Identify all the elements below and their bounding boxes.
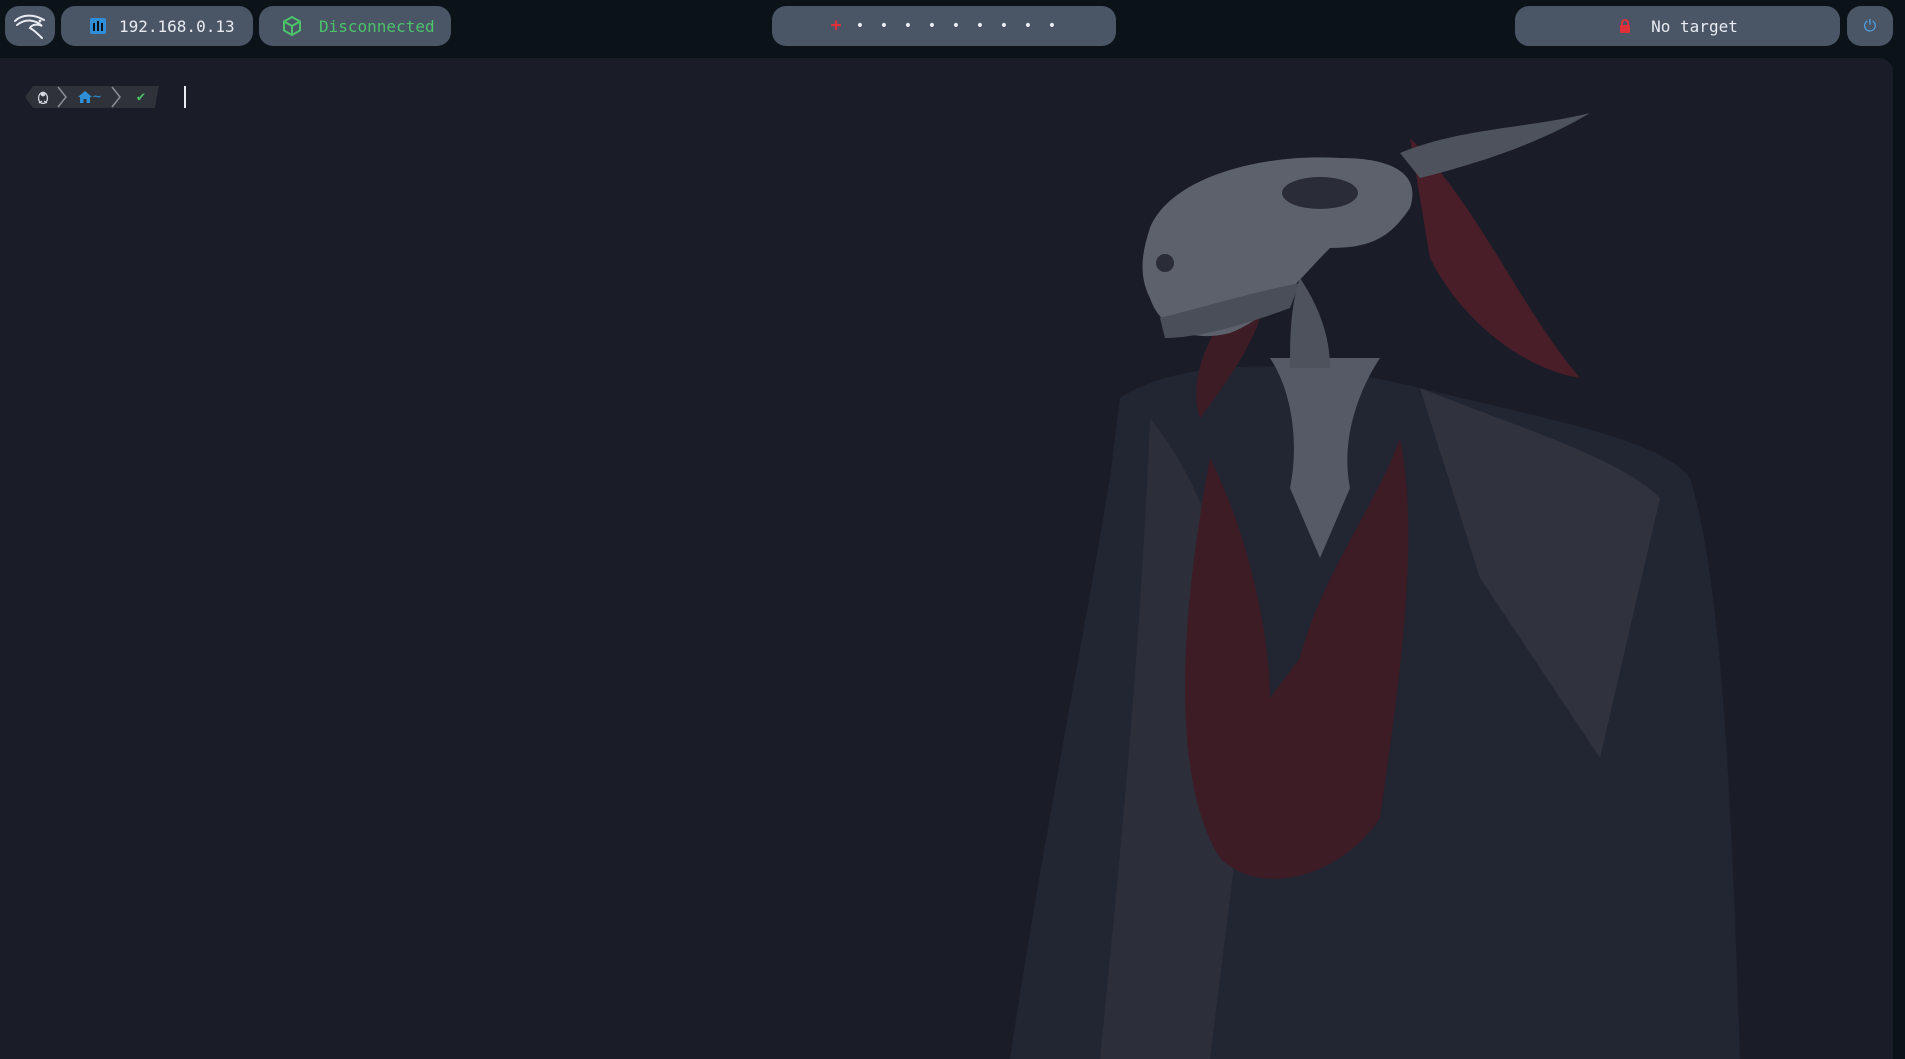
- linux-penguin-icon: [37, 91, 49, 104]
- vpn-status-widget[interactable]: Disconnected: [259, 6, 451, 46]
- workspace-active[interactable]: +: [824, 17, 848, 35]
- workspace-dot[interactable]: •: [944, 19, 968, 33]
- workspace-dot[interactable]: •: [872, 19, 896, 33]
- app-launcher-button[interactable]: [5, 6, 55, 46]
- workspace-dot[interactable]: •: [848, 19, 872, 33]
- prompt-directory: ~: [92, 89, 102, 105]
- workspace-dot[interactable]: •: [920, 19, 944, 33]
- top-bar: 192.168.0.13 Disconnected + • • • • • • • • • No…: [0, 0, 1905, 52]
- workspace-list: + • • • • • • • • •: [824, 17, 1064, 35]
- shell-prompt: ~ ✔: [25, 86, 159, 108]
- vpn-status-text: Disconnected: [319, 16, 435, 36]
- power-icon: ⏻: [1863, 16, 1877, 35]
- chevron-right-icon: [55, 86, 69, 108]
- target-text: No target: [1651, 16, 1738, 36]
- power-button[interactable]: ⏻: [1847, 6, 1893, 46]
- kali-dragon-icon: [14, 14, 45, 39]
- ip-address-widget[interactable]: 192.168.0.13: [61, 6, 253, 46]
- workspace-dot[interactable]: •: [1016, 19, 1040, 33]
- chevron-right-icon: [109, 86, 123, 108]
- lock-icon: [1620, 19, 1631, 33]
- workspace-switcher[interactable]: + • • • • • • • • •: [772, 6, 1116, 46]
- prompt-os-segment: [25, 86, 55, 108]
- workspace-dot[interactable]: •: [968, 19, 992, 33]
- check-icon: ✔: [136, 89, 146, 105]
- prompt-directory-segment: ~: [69, 86, 109, 108]
- terminal-window[interactable]: ~ ✔: [0, 58, 1893, 1059]
- box-icon: [283, 16, 301, 36]
- target-widget[interactable]: No target: [1515, 6, 1840, 46]
- text-cursor: [184, 86, 186, 108]
- workspace-dot[interactable]: •: [992, 19, 1016, 33]
- home-icon: [77, 91, 92, 103]
- workspace-dot[interactable]: •: [896, 19, 920, 33]
- ip-address-text: 192.168.0.13: [119, 16, 235, 36]
- prompt-status-segment: ✔: [123, 86, 159, 108]
- workspace-dot[interactable]: •: [1040, 19, 1064, 33]
- network-icon: [90, 18, 106, 34]
- background-artwork: [1010, 113, 1740, 1059]
